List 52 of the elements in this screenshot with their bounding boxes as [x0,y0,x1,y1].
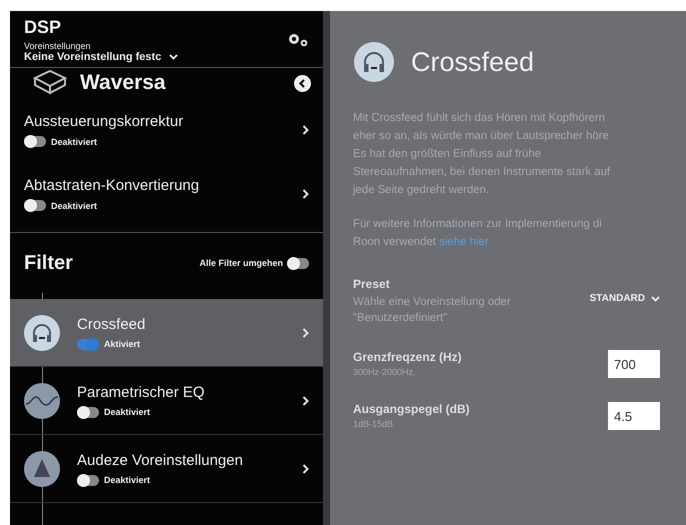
device-icon [32,69,68,97]
preset-select[interactable]: STANDARD [590,293,660,304]
filter-item[interactable]: Audeze Voreinstellungen Deaktiviert [10,435,323,503]
preset-hint: Wähle eine Voreinstellung oder "Benutzerdefiniert" [353,295,512,326]
preset-label: Voreinstellungen [24,41,92,51]
range-text: 1dB-15dB [353,419,394,429]
toggle-switch[interactable] [24,136,46,147]
status-text: Deaktiviert [104,407,150,417]
preset-title: Preset [353,277,391,291]
toggle-switch[interactable] [77,474,99,486]
chevron-right-icon [302,125,309,135]
chevron-right-icon [302,396,309,406]
field-label: Grenzfreqzenz (Hz) [353,350,463,364]
chevron-right-icon [302,464,309,474]
device-name: Waversa [80,71,166,95]
toggle-switch[interactable] [24,200,46,211]
status-text: Deaktiviert [51,200,98,210]
back-button[interactable] [294,74,311,92]
status-text: Aktiviert [104,339,140,349]
page-title: DSP [24,17,62,38]
field-label: Ausgangspegel (dB) [353,402,471,416]
headphones-icon [353,41,395,83]
eq-curve-icon [23,382,61,420]
filter-title: Audeze Voreinstellungen [77,452,244,468]
headphones-icon [23,314,61,352]
filter-item[interactable]: Crossfeed Aktiviert [10,299,323,367]
toggle-switch[interactable] [287,258,309,268]
chevron-down-icon [651,296,660,302]
filter-title: Parametrischer EQ [77,384,206,400]
status-text: Deaktiviert [51,136,98,146]
input-field[interactable]: 700 [608,350,660,378]
input-field[interactable]: 4.5 [608,402,660,430]
chevron-right-icon [302,189,309,199]
setting-title: Abtastraten-Konvertierung [24,177,200,194]
setting-title: Aussteuerungskorrektur [24,113,184,130]
chevron-down-icon [169,54,178,60]
filter-item[interactable]: Parametrischer EQ Deaktiviert [10,367,323,435]
toggle-switch[interactable] [77,338,99,350]
bypass-label: Alle Filter umgehen [199,258,283,268]
setting-item[interactable]: Abtastraten-Konvertierung Deaktiviert [10,162,323,226]
detail-title: Crossfeed [411,46,534,78]
filter-title: Crossfeed [77,316,146,332]
description-text: Mit Crossfeed fühlt sich das Hören mit Kopfhörern eher so an, als würde man über Lautsprecher höre Es hat den größten Einfluss auf frühe Stereoaufnahmen, bei denen Instrumente stark auf jede Seite gedreht werden. [353,111,612,198]
info-text: Für weitere Informationen zur Implementierung di Roon verwendet siehe hier [353,217,603,250]
settings-icon[interactable] [287,31,309,49]
toggle-switch[interactable] [77,406,99,418]
chevron-right-icon [302,328,309,338]
filter-heading: Filter [24,252,73,274]
status-text: Deaktiviert [104,475,150,485]
preset-dropdown[interactable]: Keine Voreinstellung festc [24,51,178,63]
setting-item[interactable]: Aussteuerungskorrektur Deaktiviert [10,98,323,162]
range-text: 300Hz-2000Hz. [353,367,417,377]
